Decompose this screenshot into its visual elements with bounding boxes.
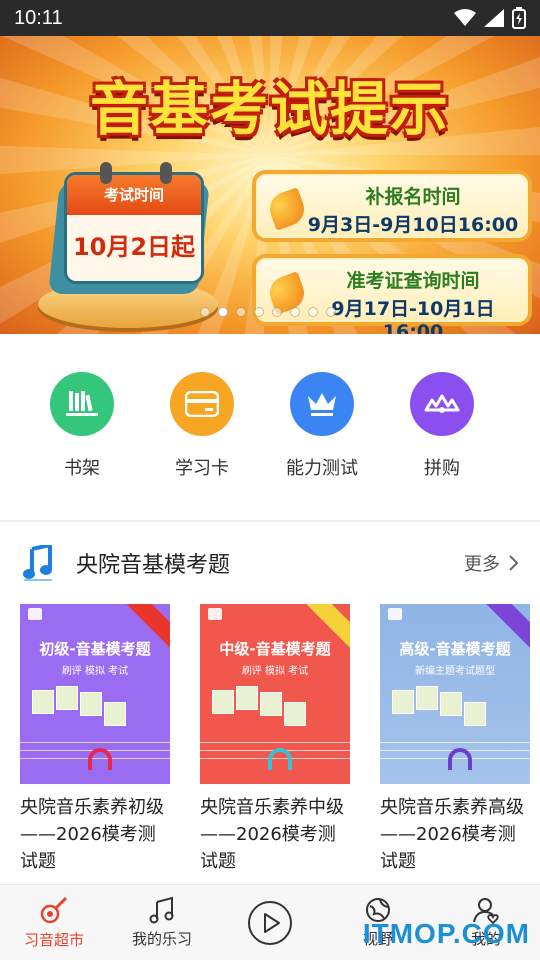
card-icon [170, 372, 234, 436]
status-time: 10:11 [14, 6, 63, 29]
headphone-icon [448, 748, 472, 770]
quick-action-label: 能力测试 [286, 458, 358, 479]
quick-action-label: 学习卡 [175, 458, 229, 479]
wifi-icon [454, 9, 476, 26]
more-link[interactable]: 更多 [464, 550, 518, 576]
book-title: 央院音乐素养中级——2026模考测试题 [200, 797, 344, 872]
book-cover: 初级-音基模考题 刷评 模拟 考试 [20, 604, 170, 784]
cover-subtitle: 新编主题考试题型 [415, 666, 495, 677]
cover-subtitle: 刷评 模拟 考试 [61, 666, 129, 677]
calendar-date: 10月2日起 [72, 233, 196, 261]
bookshelf-icon [50, 372, 114, 436]
cover-illustration [212, 686, 312, 732]
book-cover: 中级-音基模考题 刷评 模拟 考试 [200, 604, 350, 784]
nav-label: 习音超市 [23, 931, 84, 949]
quick-action-group-buy[interactable]: 拼购 [382, 334, 502, 520]
cover-title: 初级-音基模考题 [39, 640, 151, 658]
calendar-ring [100, 162, 112, 184]
quick-action-label: 拼购 [424, 458, 460, 479]
music-note-icon [149, 896, 174, 924]
headphone-icon [268, 748, 292, 770]
quick-action-study-card[interactable]: 学习卡 [142, 334, 262, 520]
guitar-icon [40, 896, 68, 924]
pagination-dot[interactable] [254, 307, 264, 317]
headphone-icon [88, 748, 112, 770]
crown-icon [290, 372, 354, 436]
pagination-dot[interactable] [272, 307, 282, 317]
pagination-dot[interactable] [326, 307, 336, 317]
promo-banner[interactable]: 音基考试提示 考试时间 10月2日起 补报名时间 9月3日-9月10日16:00… [0, 36, 540, 334]
info-box-title: 补报名时间 [365, 186, 461, 208]
status-bar: 10:11 [0, 0, 540, 36]
quick-action-label: 书架 [64, 458, 100, 479]
signal-icon [484, 9, 504, 27]
calendar-ring [160, 162, 172, 184]
section-divider [0, 520, 540, 522]
battery-icon [512, 7, 526, 29]
chevron-right-icon [509, 555, 518, 571]
info-box-body: 9月17日-10月1日16:00 [331, 298, 495, 334]
play-icon [248, 900, 292, 945]
book-list: 初级-音基模考题 刷评 模拟 考试 央院音乐素养初级——2026模考测试题 中级… [20, 604, 540, 880]
nav-label: 我的乐习 [131, 930, 192, 948]
status-icons [454, 7, 526, 29]
info-box-body: 9月3日-9月10日16:00 [307, 214, 519, 236]
book-card-intermediate[interactable]: 中级-音基模考题 刷评 模拟 考试 央院音乐素养中级——2026模考测试题 [200, 604, 350, 880]
publisher-logo [208, 608, 222, 620]
cover-subtitle: 刷评 模拟 考试 [241, 666, 309, 677]
section-header: 央院音基模考题 更多 [0, 536, 540, 590]
publisher-logo [388, 608, 402, 620]
pagination-dot[interactable] [218, 307, 228, 317]
leaf-icon [265, 187, 309, 231]
cover-illustration [392, 686, 492, 732]
book-cover: 高级-音基模考题 新编主题考试题型 [380, 604, 530, 784]
book-card-advanced[interactable]: 高级-音基模考题 新编主题考试题型 央院音乐素养高级——2026模考测试题 [380, 604, 530, 880]
pagination-dot[interactable] [236, 307, 246, 317]
group-buy-icon [410, 372, 474, 436]
pagination-dot[interactable] [200, 307, 210, 317]
banner-title: 音基考试提示 [89, 75, 450, 143]
publisher-logo [28, 608, 42, 620]
calendar-front: 考试时间 10月2日起 [64, 172, 204, 284]
watermark: ITMOP.COM [362, 918, 530, 949]
music-note-icon [23, 545, 52, 581]
book-card-elementary[interactable]: 初级-音基模考题 刷评 模拟 考试 央院音乐素养初级——2026模考测试题 [20, 604, 170, 880]
banner-pagination[interactable] [200, 307, 336, 317]
quick-action-ability-test[interactable]: 能力测试 [262, 334, 382, 520]
quick-action-bookshelf[interactable]: 书架 [22, 334, 142, 520]
nav-item-play[interactable] [216, 885, 324, 960]
calendar-label: 考试时间 [67, 175, 201, 215]
pagination-dot[interactable] [308, 307, 318, 317]
nav-item-market[interactable]: 习音超市 [0, 885, 108, 960]
cover-title: 高级-音基模考题 [399, 640, 511, 658]
section-title: 央院音基模考题 [76, 553, 231, 578]
exam-calendar: 考试时间 10月2日起 [38, 162, 218, 328]
info-box-title: 准考证查询时间 [346, 270, 480, 292]
quick-actions: 书架 学习卡 能力测试 拼购 [0, 334, 540, 520]
cover-illustration [32, 686, 132, 732]
nav-item-my-study[interactable]: 我的乐习 [108, 885, 216, 960]
more-label: 更多 [464, 554, 500, 575]
cover-title: 中级-音基模考题 [219, 640, 331, 658]
book-title: 央院音乐素养高级——2026模考测试题 [380, 797, 524, 872]
info-box-registration: 补报名时间 9月3日-9月10日16:00 [252, 170, 532, 242]
pagination-dot[interactable] [290, 307, 300, 317]
book-title: 央院音乐素养初级——2026模考测试题 [20, 797, 164, 872]
